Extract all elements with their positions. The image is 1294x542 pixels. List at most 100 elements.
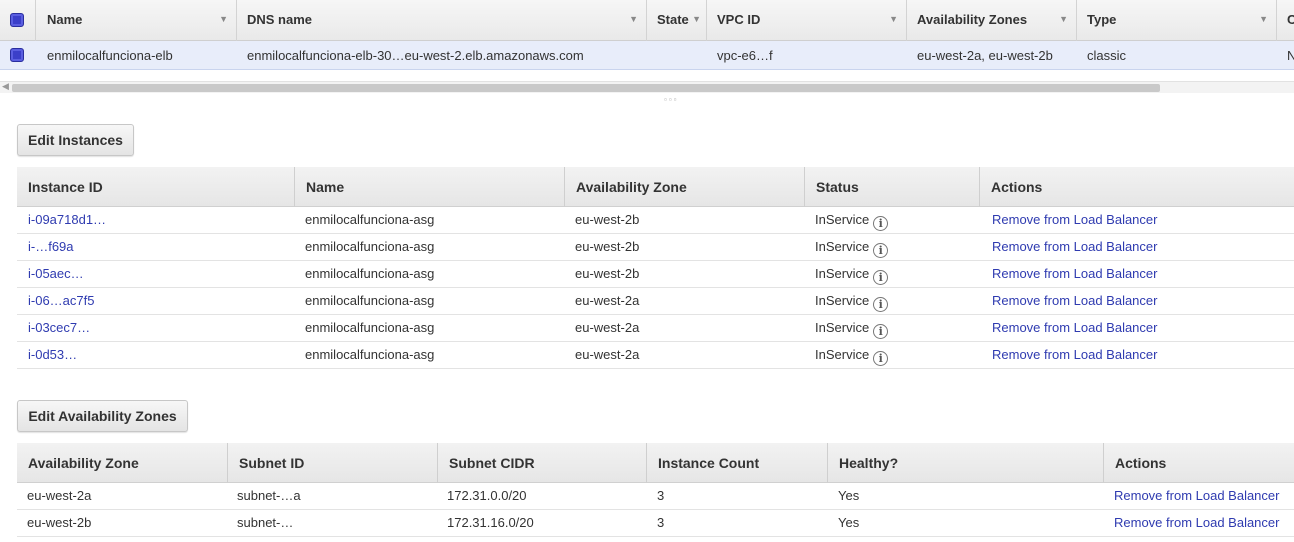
instance-count: 3 [657, 515, 665, 530]
instance-status: InService i [815, 342, 889, 369]
scroll-left-icon[interactable]: ◀ [2, 81, 9, 92]
remove-zone-link[interactable]: Remove from Load Balancer [1114, 510, 1279, 537]
remove-from-load-balancer-link[interactable]: Remove from Load Balancer [992, 234, 1157, 261]
caret-down-icon[interactable]: ▼ [1259, 0, 1268, 39]
select-all-cell[interactable] [0, 0, 36, 41]
info-icon[interactable]: i [873, 216, 889, 231]
column-header-type[interactable]: Type ▼ [1077, 0, 1277, 41]
instance-zone: eu-west-2b [575, 266, 640, 281]
edit-availability-zones-button[interactable]: Edit Availability Zones [17, 400, 188, 432]
table-row: i-03cec7… enmilocalfunciona-asg eu-west-… [17, 315, 1294, 342]
info-icon[interactable]: i [873, 270, 889, 285]
column-header-label: VPC ID [717, 12, 761, 27]
remove-from-load-balancer-link[interactable]: Remove from Load Balancer [992, 315, 1157, 342]
column-header-truncated[interactable]: C [1277, 0, 1294, 41]
column-header-actions: Actions [979, 167, 1042, 207]
caret-down-icon[interactable]: ▼ [629, 0, 638, 39]
instance-zone: eu-west-2b [575, 212, 640, 227]
subnet-id: subnet-…a [237, 488, 301, 503]
instance-id-link[interactable]: i-03cec7… [28, 315, 90, 342]
status-text: InService [815, 320, 870, 335]
remove-from-load-balancer-link[interactable]: Remove from Load Balancer [992, 207, 1157, 234]
column-header-instance-count: Instance Count [646, 443, 759, 483]
info-icon[interactable]: i [873, 351, 889, 366]
info-icon[interactable]: i [873, 297, 889, 312]
lb-availability-zones: eu-west-2a, eu-west-2b [917, 48, 1053, 63]
subnet-cidr: 172.31.0.0/20 [447, 488, 527, 503]
instance-name: enmilocalfunciona-asg [305, 239, 435, 254]
instance-id-link[interactable]: i-09a718d1… [28, 207, 106, 234]
column-header-status: Status [804, 167, 859, 207]
table-row: eu-west-2b subnet-… 172.31.16.0/20 3 Yes… [17, 510, 1294, 537]
select-all-checkbox[interactable] [10, 13, 24, 27]
remove-from-load-balancer-link[interactable]: Remove from Load Balancer [992, 261, 1157, 288]
status-text: InService [815, 347, 870, 362]
info-icon[interactable]: i [873, 243, 889, 258]
caret-down-icon[interactable]: ▼ [692, 0, 701, 39]
instance-status: InService i [815, 315, 889, 342]
instance-name: enmilocalfunciona-asg [305, 266, 435, 281]
column-header-vpc-id[interactable]: VPC ID ▼ [707, 0, 907, 41]
column-header-name: Name [294, 167, 344, 207]
column-header-label: C [1287, 12, 1294, 27]
instance-zone: eu-west-2b [575, 239, 640, 254]
table-row: i-05aec… enmilocalfunciona-asg eu-west-2… [17, 261, 1294, 288]
instance-zone: eu-west-2a [575, 320, 640, 335]
instance-status: InService i [815, 288, 889, 315]
instance-name: enmilocalfunciona-asg [305, 212, 435, 227]
column-header-instance-id: Instance ID [28, 179, 103, 195]
edit-instances-button[interactable]: Edit Instances [17, 124, 134, 156]
instance-name: enmilocalfunciona-asg [305, 293, 435, 308]
horizontal-scrollbar[interactable]: ◀ [0, 81, 1294, 93]
column-header-dns-name[interactable]: DNS name ▼ [237, 0, 647, 41]
healthy-value: Yes [838, 515, 860, 530]
instance-zone: eu-west-2a [575, 347, 640, 362]
instance-count: 3 [657, 488, 665, 503]
load-balancer-row[interactable]: enmilocalfunciona-elb enmilocalfunciona-… [0, 41, 1294, 70]
instance-status: InService i [815, 234, 889, 261]
column-header-label: Availability Zones [917, 12, 1028, 27]
remove-from-load-balancer-link[interactable]: Remove from Load Balancer [992, 342, 1157, 369]
column-header-label: State [657, 12, 689, 27]
status-text: InService [815, 266, 870, 281]
info-icon[interactable]: i [873, 324, 889, 339]
remove-zone-link[interactable]: Remove from Load Balancer [1114, 483, 1279, 510]
row-checkbox[interactable] [10, 48, 24, 62]
subnet-cidr: 172.31.16.0/20 [447, 515, 534, 530]
column-header-subnet-cidr: Subnet CIDR [437, 443, 535, 483]
lb-name: enmilocalfunciona-elb [47, 48, 173, 63]
resize-grip-icon[interactable]: ▫▫▫ [664, 95, 679, 104]
column-header-state[interactable]: State ▼ [647, 0, 707, 41]
instances-table-header: Instance ID Name Availability Zone Statu… [17, 167, 1294, 207]
healthy-value: Yes [838, 488, 860, 503]
instance-id-link[interactable]: i-…f69a [28, 234, 74, 261]
column-header-subnet-id: Subnet ID [227, 443, 304, 483]
column-header-availability-zones[interactable]: Availability Zones ▼ [907, 0, 1077, 41]
instance-name: enmilocalfunciona-asg [305, 320, 435, 335]
status-text: InService [815, 212, 870, 227]
instance-id-link[interactable]: i-06…ac7f5 [28, 288, 94, 315]
caret-down-icon[interactable]: ▼ [1059, 0, 1068, 39]
subnet-id: subnet-… [237, 515, 294, 530]
caret-down-icon[interactable]: ▼ [219, 0, 228, 39]
lb-truncated-cell: N [1287, 48, 1294, 63]
lb-dns-name: enmilocalfunciona-elb-30…eu-west-2.elb.a… [247, 48, 584, 63]
table-row: eu-west-2a subnet-…a 172.31.0.0/20 3 Yes… [17, 483, 1294, 510]
load-balancer-table-header: Name ▼ DNS name ▼ State ▼ VPC ID ▼ Avail… [0, 0, 1294, 41]
scrollbar-thumb[interactable] [12, 84, 1160, 92]
column-header-actions: Actions [1103, 443, 1166, 483]
table-row: i-06…ac7f5 enmilocalfunciona-asg eu-west… [17, 288, 1294, 315]
column-header-label: Type [1087, 12, 1117, 27]
instance-id-link[interactable]: i-05aec… [28, 261, 84, 288]
instance-id-link[interactable]: i-0d53… [28, 342, 77, 369]
table-row: i-0d53… enmilocalfunciona-asg eu-west-2a… [17, 342, 1294, 369]
table-row: i-09a718d1… enmilocalfunciona-asg eu-wes… [17, 207, 1294, 234]
caret-down-icon[interactable]: ▼ [889, 0, 898, 39]
column-header-label: DNS name [247, 12, 313, 27]
instance-status: InService i [815, 207, 889, 234]
column-header-availability-zone: Availability Zone [28, 455, 139, 471]
column-header-name[interactable]: Name ▼ [37, 0, 237, 41]
lb-type: classic [1087, 48, 1127, 63]
column-header-healthy: Healthy? [827, 443, 898, 483]
remove-from-load-balancer-link[interactable]: Remove from Load Balancer [992, 288, 1157, 315]
